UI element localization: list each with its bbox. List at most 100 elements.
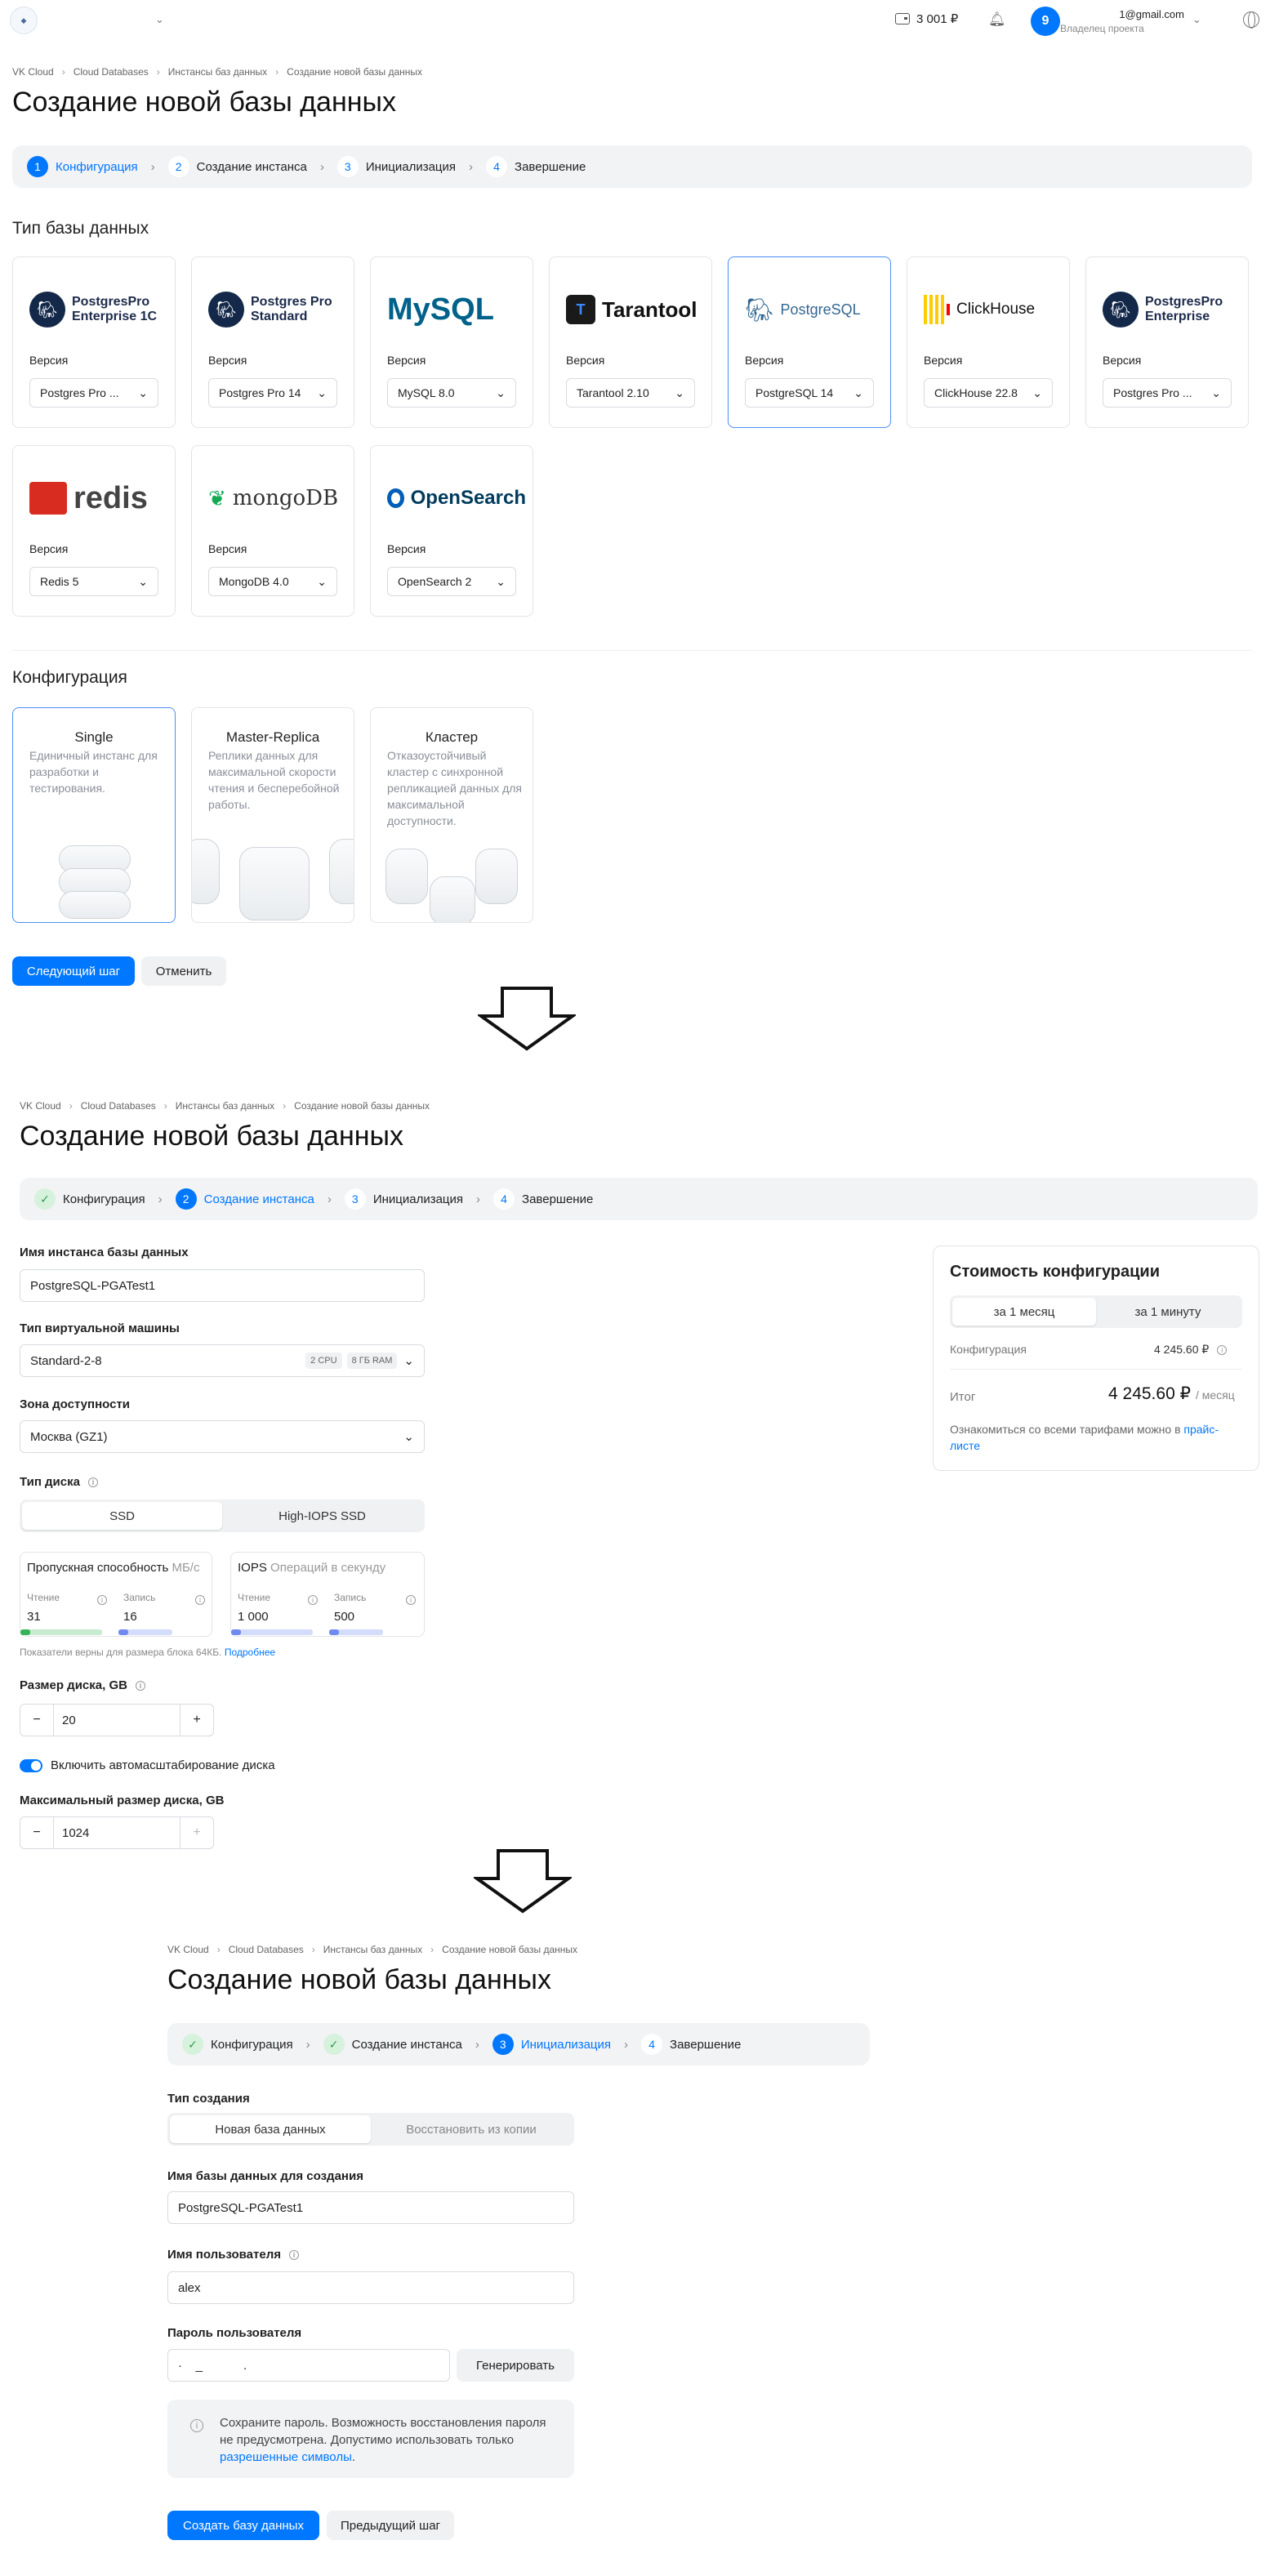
step-instance: ✓ Создание инстанса: [323, 2034, 462, 2055]
db-card-mysql[interactable]: MySQL Версия MySQL 8.0 ⌄: [370, 256, 533, 428]
step-configuration: ✓ Конфигурация: [182, 2034, 293, 2055]
db-card-redis[interactable]: redis Версия Redis 5 ⌄: [12, 445, 176, 617]
config-card-cluster[interactable]: Кластер Отказоустойчивый кластер с синхр…: [370, 707, 533, 923]
user-chevron-down-icon[interactable]: ⌄: [1192, 13, 1201, 26]
throughput-panel: Пропускная способность МБ/с Чтение i Зап…: [20, 1552, 212, 1637]
decrement-button[interactable]: −: [20, 1705, 53, 1736]
cost-panel: Стоимость конфигурации за 1 месяц за 1 м…: [933, 1246, 1259, 1471]
zone-label: Зона доступности: [20, 1397, 131, 1411]
increment-button[interactable]: +: [180, 1705, 213, 1736]
db-card-clickhouse[interactable]: ClickHouse Версия ClickHouse 22.8 ⌄: [907, 256, 1070, 428]
version-select[interactable]: Postgres Pro 14 ⌄: [208, 378, 337, 408]
db-name-input[interactable]: PostgreSQL-PGATest1: [167, 2191, 574, 2224]
db-card-postgresql[interactable]: 🐘︎ PostgreSQL Версия PostgreSQL 14 ⌄: [728, 256, 891, 428]
user-email[interactable]: 1@gmail.com: [1070, 8, 1184, 20]
cancel-button[interactable]: Отменить: [141, 956, 226, 986]
balance[interactable]: 3 001 ₽: [895, 11, 958, 26]
config-card-master-replica[interactable]: Master-Replica Реплики данных для максим…: [191, 707, 354, 923]
max-disk-stepper: − 1024 +: [20, 1816, 214, 1849]
wallet-icon: [895, 13, 910, 25]
breadcrumb: VK Cloud › Cloud Databases › Инстансы баз …: [167, 1944, 578, 1955]
cost-period-switch: за 1 месяц за 1 минуту: [950, 1295, 1242, 1328]
db-type-title: Тип базы данных: [12, 219, 149, 238]
bell-icon[interactable]: 🔔︎: [988, 11, 1006, 28]
user-role: Владелец проекта: [1060, 23, 1144, 34]
elephant-icon: 🐘︎: [1103, 292, 1139, 328]
check-icon: ✓: [182, 2034, 203, 2055]
version-select[interactable]: MongoDB 4.0 ⌄: [208, 567, 337, 596]
step-configuration: 1 Конфигурация: [27, 156, 138, 177]
throughput-write: 16: [123, 1610, 137, 1624]
chevron-right-icon: ›: [327, 1192, 332, 1206]
step-instance: 2 Создание инстанса: [175, 1188, 314, 1210]
max-disk-input[interactable]: 1024: [53, 1817, 180, 1848]
allowed-symbols-link[interactable]: разрешенные символы: [220, 2450, 352, 2464]
create-type-restore[interactable]: Восстановить из копии: [371, 2115, 572, 2143]
step-finish: 4 Завершение: [486, 156, 586, 177]
version-select[interactable]: ClickHouse 22.8 ⌄: [924, 378, 1053, 408]
vm-type-select[interactable]: Standard-2-8 2 CPU 8 ГБ RAM ⌄: [20, 1344, 425, 1377]
version-select[interactable]: PostgreSQL 14 ⌄: [745, 378, 874, 408]
version-select[interactable]: Postgres Pro ... ⌄: [29, 378, 158, 408]
config-cost: 4 245.60 ₽: [1154, 1343, 1210, 1356]
autoscale-toggle[interactable]: [20, 1758, 42, 1772]
chevron-down-icon: ⌄: [853, 386, 863, 399]
db-card-postgrespro-standard[interactable]: 🐘︎ Postgres Pro Standard Версия Postgres …: [191, 256, 354, 428]
version-select[interactable]: MySQL 8.0 ⌄: [387, 378, 516, 408]
zone-select[interactable]: Москва (GZ1) ⌄: [20, 1420, 425, 1453]
create-db-button[interactable]: Создать базу данных: [167, 2511, 319, 2540]
generate-button[interactable]: Генерировать: [457, 2349, 574, 2382]
chevron-right-icon: ›: [158, 1192, 163, 1206]
chevron-right-icon: ›: [624, 2037, 629, 2052]
disk-size-input[interactable]: 20: [53, 1705, 180, 1736]
password-input[interactable]: · _ .: [167, 2349, 450, 2382]
user-label: Имя пользователя i: [167, 2248, 299, 2262]
step-init: 3 Инициализация: [336, 156, 456, 177]
version-select[interactable]: Redis 5 ⌄: [29, 567, 158, 596]
info-icon: i: [87, 1477, 98, 1487]
db-card-postgrespro-1c[interactable]: 🐘︎ PostgresPro Enterprise 1C Версия Postg…: [12, 256, 176, 428]
opensearch-icon: [387, 488, 404, 508]
create-type-new[interactable]: Новая база данных: [170, 2115, 371, 2143]
elephant-icon: 🐘︎: [745, 296, 774, 323]
chevron-down-icon: ⌄: [1211, 386, 1221, 399]
info-icon: i: [1217, 1344, 1228, 1355]
db-card-opensearch[interactable]: OpenSearch Версия OpenSearch 2 ⌄: [370, 445, 533, 617]
info-icon: i: [190, 2419, 203, 2432]
period-month[interactable]: за 1 месяц: [952, 1298, 1096, 1326]
info-icon: i: [97, 1595, 107, 1605]
db-card-tarantool[interactable]: T Tarantool Версия Tarantool 2.10 ⌄: [549, 256, 712, 428]
elephant-icon: 🐘︎: [208, 292, 244, 328]
increment-button[interactable]: +: [180, 1817, 213, 1848]
step-instance: 2 Создание инстанса: [167, 156, 307, 177]
db-card-postgrespro-enterprise[interactable]: 🐘︎ PostgresPro Enterprise Версия Postgres…: [1085, 256, 1249, 428]
ram-tag: 8 ГБ RAM: [346, 1353, 398, 1369]
version-select[interactable]: OpenSearch 2 ⌄: [387, 567, 516, 596]
project-chevron-down-icon[interactable]: ⌄: [155, 13, 164, 26]
db-card-mongodb[interactable]: ❦ mongoDB Версия MongoDB 4.0 ⌄: [191, 445, 354, 617]
globe-icon[interactable]: [1243, 11, 1259, 29]
version-select[interactable]: Tarantool 2.10 ⌄: [566, 378, 695, 408]
cost-title: Стоимость конфигурации: [950, 1263, 1160, 1281]
decrement-button[interactable]: −: [20, 1817, 53, 1848]
config-card-single[interactable]: Single Единичный инстанс для разработки …: [12, 707, 176, 923]
avatar[interactable]: 9: [1031, 7, 1060, 36]
vm-type-label: Тип виртуальной машины: [20, 1321, 180, 1335]
project-logo[interactable]: ◆: [10, 7, 38, 34]
prev-step-button[interactable]: Предыдущий шаг: [327, 2511, 454, 2540]
breadcrumb-instances[interactable]: Инстансы баз данных: [168, 66, 267, 78]
disk-type-high-iops[interactable]: High-IOPS SSD: [222, 1502, 422, 1530]
disk-type-ssd[interactable]: SSD: [22, 1502, 222, 1530]
period-minute[interactable]: за 1 минуту: [1096, 1298, 1240, 1326]
page-title: Создание новой базы данных: [12, 87, 396, 118]
info-icon: i: [406, 1595, 416, 1605]
breadcrumb-current: Создание новой базы данных: [287, 66, 423, 78]
instance-name-input[interactable]: PostgreSQL-PGATest1: [20, 1269, 425, 1302]
metrics-more-link[interactable]: Подробнее: [225, 1647, 275, 1658]
next-step-button[interactable]: Следующий шаг: [12, 956, 135, 986]
user-input[interactable]: alex: [167, 2271, 574, 2304]
version-select[interactable]: Postgres Pro ... ⌄: [1103, 378, 1232, 408]
breadcrumb-cloud-databases[interactable]: Cloud Databases: [74, 66, 149, 78]
disk-size-label: Размер диска, GB i: [20, 1678, 145, 1692]
breadcrumb-vk-cloud[interactable]: VK Cloud: [12, 66, 54, 78]
